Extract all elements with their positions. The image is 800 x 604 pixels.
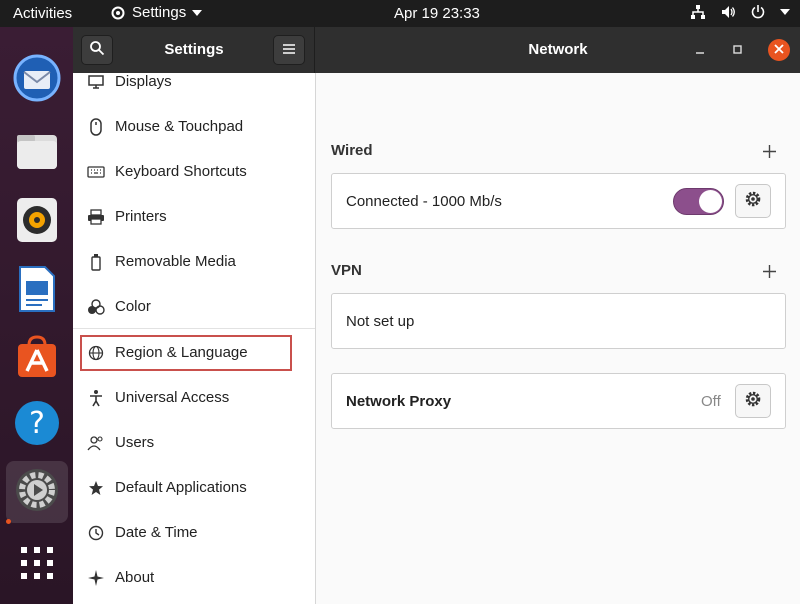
chevron-down-icon: [192, 9, 203, 17]
close-icon: [774, 41, 784, 59]
accessibility-icon: [85, 388, 107, 408]
sidebar-item-label: Default Applications: [115, 479, 247, 496]
sidebar-item-printers[interactable]: Printers: [73, 194, 315, 239]
volume-icon: [720, 4, 736, 20]
proxy-title: Network Proxy: [346, 393, 452, 410]
vpn-section-title: VPN: [331, 262, 362, 279]
maximize-button[interactable]: [727, 40, 747, 60]
vpn-card: Not set up: [331, 293, 786, 349]
sidebar-item-default-applications[interactable]: Default Applications: [73, 465, 315, 510]
sidebar-item-label: Universal Access: [115, 389, 230, 406]
app-grid-icon: [20, 546, 54, 585]
dock-settings[interactable]: [6, 461, 68, 523]
wired-section-title: Wired: [331, 142, 373, 159]
svg-text:?: ?: [29, 406, 45, 441]
network-icon: [690, 4, 706, 20]
clock[interactable]: Apr 19 23:33: [394, 5, 480, 22]
sidebar-item-universal-access[interactable]: Universal Access: [73, 375, 315, 420]
dock-writer[interactable]: [6, 260, 68, 322]
toggle-knob: [699, 190, 722, 213]
wired-settings-button[interactable]: [735, 184, 771, 218]
settings-gear-icon: [110, 5, 126, 21]
sidebar-item-users[interactable]: Users: [73, 420, 315, 465]
system-tray[interactable]: [690, 4, 790, 20]
dock-software[interactable]: [6, 327, 68, 389]
sidebar-item-label: Removable Media: [115, 253, 236, 270]
sidebar-item-label: Date & Time: [115, 524, 198, 541]
wired-status: Connected - 1000 Mb/s: [346, 193, 502, 210]
minimize-button[interactable]: [690, 40, 710, 60]
maximize-icon: [732, 43, 742, 57]
printer-icon: [85, 207, 107, 227]
plus-icon: [763, 265, 776, 278]
clock-icon: [85, 523, 107, 543]
sidebar-item-color[interactable]: Color: [73, 284, 315, 329]
writer-icon: [17, 265, 57, 318]
sidebar-item-about[interactable]: About: [73, 555, 315, 600]
sparkle-icon: [85, 568, 107, 588]
sidebar-item-date-time[interactable]: Date & Time: [73, 510, 315, 555]
dock-rhythmbox[interactable]: [6, 191, 68, 253]
activities-button[interactable]: Activities: [13, 5, 72, 22]
wired-card: Connected - 1000 Mb/s: [331, 173, 786, 229]
sidebar-separator: [73, 328, 315, 329]
header-bar: Settings Network: [73, 27, 800, 73]
add-vpn-button[interactable]: [763, 262, 776, 282]
sidebar-item-label: Users: [115, 434, 155, 451]
network-panel: Wired Connected - 1000 Mb/s VPN Not set …: [316, 73, 800, 604]
plus-icon: [763, 145, 776, 158]
users-icon: [85, 433, 107, 453]
rhythmbox-icon: [15, 196, 59, 249]
color-icon: [85, 297, 107, 317]
sidebar-item-label: Printers: [115, 208, 167, 225]
wired-toggle[interactable]: [673, 188, 724, 215]
sidebar-item-label: Displays: [115, 73, 172, 90]
dock-app-grid[interactable]: [6, 534, 68, 596]
top-bar: Activities Settings Apr 19 23:33: [0, 0, 800, 27]
thunderbird-icon: [12, 53, 62, 108]
proxy-state: Off: [701, 393, 721, 410]
star-icon: [85, 478, 107, 498]
app-menu-label: Settings: [132, 4, 187, 21]
display-icon: [85, 73, 107, 92]
help-icon: ?: [13, 399, 61, 452]
dock-files[interactable]: [6, 121, 68, 183]
settings-window: Settings Network Displays Mouse & Touchp…: [73, 27, 800, 604]
proxy-settings-button[interactable]: [735, 384, 771, 418]
sidebar-item-label: Mouse & Touchpad: [115, 118, 244, 135]
hamburger-icon: [283, 41, 295, 59]
dock-help[interactable]: ?: [6, 394, 68, 456]
sidebar-item-label: Keyboard Shortcuts: [115, 163, 247, 180]
selection-highlight-box: [80, 335, 292, 371]
gear-icon: [744, 190, 762, 213]
sidebar-item-mouse[interactable]: Mouse & Touchpad: [73, 104, 315, 149]
sidebar-item-label: About: [115, 569, 155, 586]
power-icon: [750, 4, 766, 20]
chevron-down-icon: [780, 8, 790, 16]
software-icon: [14, 333, 60, 384]
sidebar-item-displays[interactable]: Displays: [73, 73, 315, 104]
minimize-icon: [696, 43, 704, 57]
app-menu[interactable]: Settings: [110, 4, 203, 21]
add-wired-button[interactable]: [763, 142, 776, 162]
menu-button[interactable]: [273, 35, 305, 65]
proxy-card[interactable]: Network Proxy Off: [331, 373, 786, 429]
sidebar-item-removable-media[interactable]: Removable Media: [73, 239, 315, 284]
vpn-status: Not set up: [346, 313, 415, 330]
keyboard-icon: [85, 162, 107, 182]
usb-icon: [85, 252, 107, 272]
files-icon: [14, 127, 60, 178]
mouse-icon: [85, 117, 107, 137]
settings-sidebar: Displays Mouse & Touchpad Keyboard Short…: [73, 73, 316, 604]
dock-thunderbird[interactable]: [6, 49, 68, 111]
dock: ?: [0, 27, 73, 604]
running-indicator: [6, 519, 11, 524]
close-button[interactable]: [768, 39, 790, 61]
sidebar-item-keyboard[interactable]: Keyboard Shortcuts: [73, 149, 315, 194]
gear-icon: [744, 390, 762, 413]
settings-icon: [13, 466, 61, 519]
sidebar-item-label: Color: [115, 298, 151, 315]
